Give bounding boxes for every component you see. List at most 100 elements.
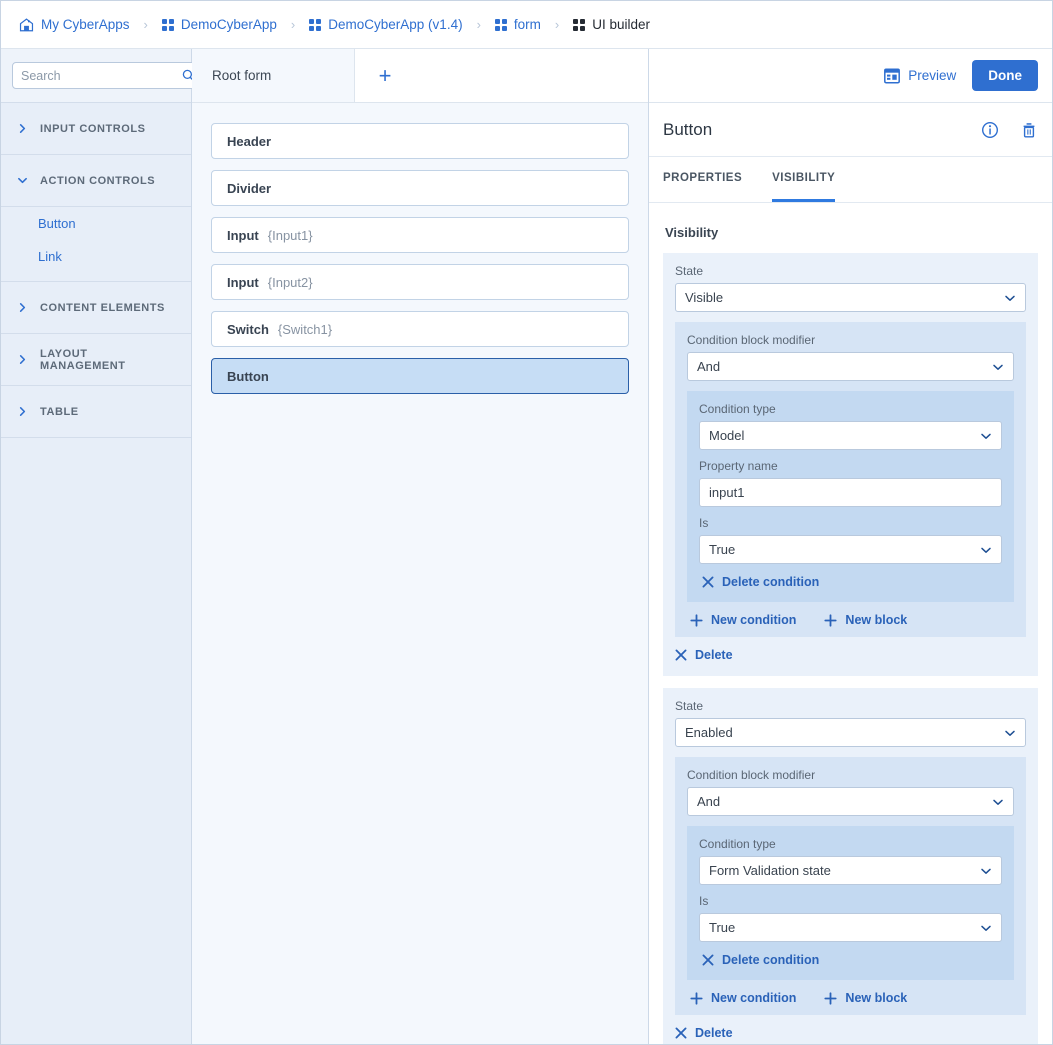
sidebar-category-input-controls[interactable]: INPUT CONTROLS bbox=[1, 103, 191, 155]
search-area bbox=[1, 49, 204, 103]
state-value: Visible bbox=[685, 290, 724, 305]
sidebar-item-button[interactable]: Button bbox=[1, 207, 191, 240]
is-label: Is bbox=[699, 894, 709, 908]
form-element-name: Header bbox=[227, 133, 272, 149]
preview-button[interactable]: Preview bbox=[884, 68, 956, 84]
preview-layout-icon bbox=[884, 68, 901, 83]
is-select[interactable]: True bbox=[699, 913, 1002, 942]
state-select[interactable]: Enabled bbox=[675, 718, 1026, 747]
preview-label: Preview bbox=[908, 68, 957, 83]
delete-state-label: Delete bbox=[695, 1026, 733, 1040]
sidebar-category-layout-management[interactable]: LAYOUT MANAGEMENT bbox=[1, 334, 191, 386]
new-block-label: New block bbox=[845, 613, 908, 627]
condition-block-modifier-select[interactable]: And bbox=[687, 352, 1014, 381]
chevron-down-icon bbox=[981, 433, 991, 439]
chevron-down-icon bbox=[1005, 730, 1015, 736]
condition-block-actions: New condition New block bbox=[687, 613, 1014, 627]
chevron-down-icon bbox=[981, 925, 991, 931]
sidebar-filler bbox=[1, 438, 191, 1044]
breadcrumb-item-my-cyberapps[interactable]: My CyberApps bbox=[19, 17, 130, 32]
condition-block-modifier-value: And bbox=[697, 794, 721, 809]
search-input[interactable] bbox=[21, 68, 182, 83]
close-icon bbox=[702, 954, 714, 966]
chevron-right-icon bbox=[19, 355, 26, 364]
tab-properties[interactable]: PROPERTIES bbox=[663, 157, 742, 202]
component-sidebar: INPUT CONTROLS ACTION CONTROLS Button Li… bbox=[1, 49, 204, 1044]
form-element-input2[interactable]: Input {Input2} bbox=[211, 264, 629, 300]
new-condition-button[interactable]: New condition bbox=[690, 991, 796, 1005]
breadcrumb-item-form[interactable]: form bbox=[494, 17, 541, 32]
is-label: Is bbox=[699, 516, 709, 530]
chevron-right-icon bbox=[19, 124, 26, 133]
breadcrumb-item-ui-builder[interactable]: UI builder bbox=[573, 17, 650, 32]
breadcrumb-item-label: form bbox=[513, 17, 541, 32]
ui-builder-window: My CyberApps › DemoCyberApp › DemoCyberA… bbox=[0, 0, 1053, 1045]
grid-icon bbox=[494, 18, 507, 31]
state-block: State Visible Condition block modifier A… bbox=[663, 253, 1038, 676]
form-element-header[interactable]: Header bbox=[211, 123, 629, 159]
breadcrumb-separator: › bbox=[476, 17, 481, 32]
is-select[interactable]: True bbox=[699, 535, 1002, 564]
form-element-id: {Input1} bbox=[267, 227, 313, 243]
form-element-id: {Switch1} bbox=[277, 321, 333, 337]
visibility-settings: Visibility State Visible Condition block… bbox=[649, 203, 1052, 1044]
chevron-right-icon bbox=[19, 407, 26, 416]
condition-block-modifier-label: Condition block modifier bbox=[687, 333, 816, 347]
chevron-down-icon bbox=[993, 799, 1003, 805]
form-element-name: Switch bbox=[227, 321, 269, 337]
condition-type-select[interactable]: Form Validation state bbox=[699, 856, 1002, 885]
sidebar-category-label: TABLE bbox=[40, 405, 79, 418]
condition-block-actions: New condition New block bbox=[687, 991, 1014, 1005]
condition-type-select[interactable]: Model bbox=[699, 421, 1002, 450]
sidebar-category-action-controls[interactable]: ACTION CONTROLS bbox=[1, 155, 191, 207]
delete-state-button[interactable]: Delete bbox=[675, 648, 733, 662]
panel-tabs: PROPERTIES VISIBILITY bbox=[649, 157, 1052, 203]
property-name-input[interactable]: input1 bbox=[699, 478, 1002, 507]
delete-condition-label: Delete condition bbox=[722, 575, 820, 589]
tab-visibility[interactable]: VISIBILITY bbox=[772, 157, 836, 202]
new-block-button[interactable]: New block bbox=[824, 613, 907, 627]
form-element-id: {Input2} bbox=[267, 274, 313, 290]
delete-condition-button[interactable]: Delete condition bbox=[699, 575, 819, 589]
form-element-input1[interactable]: Input {Input1} bbox=[211, 217, 629, 253]
property-name-label: Property name bbox=[699, 459, 778, 473]
condition-block: Condition block modifier And Condition t… bbox=[675, 757, 1026, 1015]
condition-block-modifier-select[interactable]: And bbox=[687, 787, 1014, 816]
delete-state-button[interactable]: Delete bbox=[675, 1026, 733, 1040]
trash-icon[interactable] bbox=[1020, 121, 1038, 139]
condition-block: Condition block modifier And Condition t… bbox=[675, 322, 1026, 637]
sidebar-item-link[interactable]: Link bbox=[1, 240, 191, 273]
form-element-divider[interactable]: Divider bbox=[211, 170, 629, 206]
breadcrumb-item-democyberapp[interactable]: DemoCyberApp bbox=[161, 17, 277, 32]
add-tab-button[interactable]: + bbox=[355, 49, 415, 102]
sidebar-category-label: ACTION CONTROLS bbox=[40, 174, 156, 187]
form-element-switch1[interactable]: Switch {Switch1} bbox=[211, 311, 629, 347]
breadcrumb-item-democyberapp-v14[interactable]: DemoCyberApp (v1.4) bbox=[309, 17, 463, 32]
form-element-name: Input bbox=[227, 227, 259, 243]
sidebar-category-items: Button Link bbox=[1, 207, 191, 282]
new-block-button[interactable]: New block bbox=[824, 991, 907, 1005]
condition-type-value: Form Validation state bbox=[709, 863, 831, 878]
state-select[interactable]: Visible bbox=[675, 283, 1026, 312]
info-icon[interactable] bbox=[981, 121, 999, 139]
sidebar-category-content-elements[interactable]: CONTENT ELEMENTS bbox=[1, 282, 191, 334]
sidebar-category-label: INPUT CONTROLS bbox=[40, 122, 146, 135]
canvas-tabstrip: Root form + bbox=[192, 49, 648, 103]
new-condition-button[interactable]: New condition bbox=[690, 613, 796, 627]
state-block: State Enabled Condition block modifier A… bbox=[663, 688, 1038, 1044]
tab-root-form[interactable]: Root form bbox=[192, 49, 355, 102]
state-label: State bbox=[675, 264, 704, 278]
new-condition-label: New condition bbox=[711, 991, 797, 1005]
chevron-down-icon bbox=[18, 177, 27, 184]
panel-header: Button bbox=[649, 103, 1052, 157]
search-box[interactable] bbox=[12, 62, 204, 89]
close-icon bbox=[675, 649, 687, 661]
done-button[interactable]: Done bbox=[972, 60, 1038, 91]
breadcrumb-item-label: DemoCyberApp bbox=[180, 17, 277, 32]
form-element-button[interactable]: Button bbox=[211, 358, 629, 394]
chevron-down-icon bbox=[993, 364, 1003, 370]
sidebar-category-table[interactable]: TABLE bbox=[1, 386, 191, 438]
delete-condition-button[interactable]: Delete condition bbox=[699, 953, 819, 967]
close-icon bbox=[675, 1027, 687, 1039]
condition-type-label: Condition type bbox=[699, 402, 776, 416]
